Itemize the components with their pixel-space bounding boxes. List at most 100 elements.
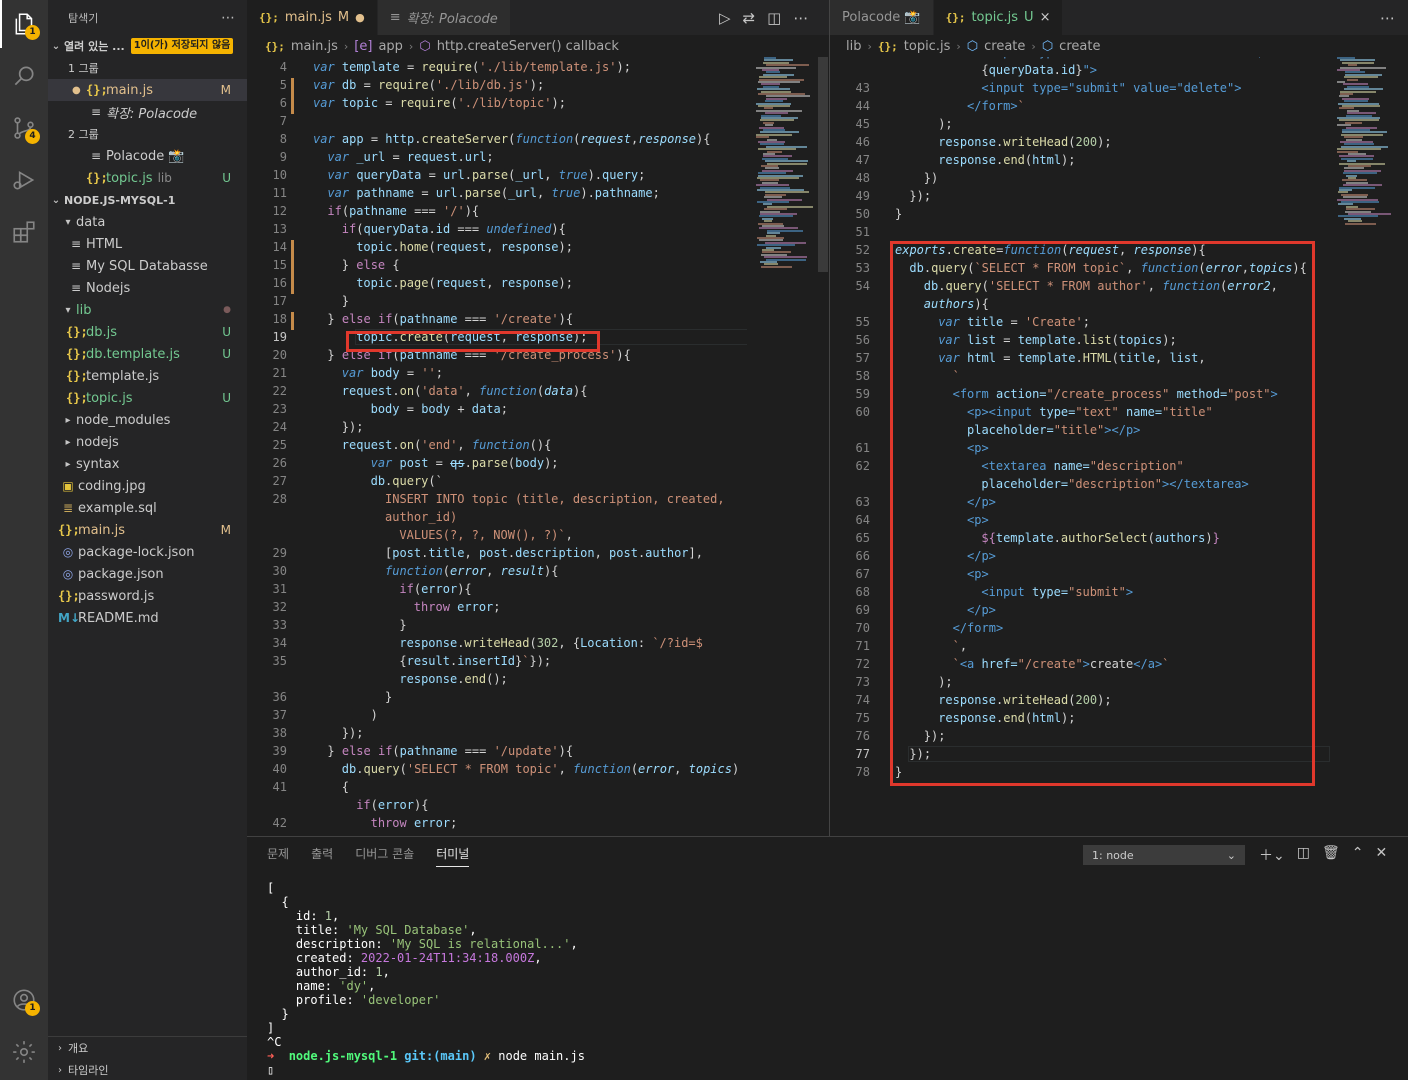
more-actions-icon[interactable]: ⋯ [221,10,235,26]
account-icon[interactable]: 1 [0,976,48,1024]
outline-section[interactable]: › 개요 [48,1037,247,1059]
unsaved-badge: 1이(가) 저장되지 않음 [130,38,234,54]
code-line: response.writeHead(200); [938,135,1112,149]
project-section[interactable]: ⌄ NODE.JS-MYSQL-1 [48,189,247,211]
tab-topic-js[interactable]: {}; topic.js U × [933,0,1064,35]
group1-label-row: 1 그룹 [48,57,247,79]
run-debug-icon[interactable] [0,156,48,204]
tab-terminal[interactable]: 터미널 [436,845,470,867]
tree-item-db-template-js[interactable]: {}; db.template.js U [48,343,247,365]
code-line: function(error, result){ [385,564,559,578]
split-terminal-icon[interactable]: ◫ [1297,845,1310,865]
open-editors-section[interactable]: ⌄ 열려 있는 ... 1이(가) 저장되지 않음 [48,35,247,57]
chevron-right-icon: › [58,1042,62,1054]
breadcrumb-item[interactable]: main.js [291,39,338,54]
tree-item-template-js[interactable]: {}; template.js [48,365,247,387]
search-icon[interactable] [0,52,48,100]
tab-polacode[interactable]: Polacode 📸 [830,0,934,35]
tree-item-package-json[interactable]: ◎ package.json [48,563,247,585]
tree-item-example-sql[interactable]: ≣ example.sql [48,497,247,519]
git-status: U [222,325,231,339]
tree-item-password-js[interactable]: {}; password.js [48,585,247,607]
image-file-icon: ▣ [62,479,74,493]
open-editor-polacode-ext[interactable]: ≡ 확장: Polacode [48,101,247,123]
maximize-panel-icon[interactable]: ⌃ [1352,845,1364,865]
split-editor-icon[interactable]: ◫ [767,9,781,27]
folder-lib[interactable]: ▾ lib ● [48,299,247,321]
terminal-select[interactable]: 1: node ⌄ [1083,845,1245,865]
open-editor-topic-js[interactable]: {}; topic.js lib U [48,167,247,189]
tab-main-js[interactable]: {}; main.js M ● [247,0,378,35]
breadcrumb-item[interactable]: create [984,39,1025,54]
line-number: 14 [272,240,287,254]
explorer-header: 탐색기 ⋯ [48,0,247,35]
tree-item-readme[interactable]: M↓ README.md [48,607,247,629]
highlight-box-exports-create [890,241,1315,786]
unsaved-dot-icon[interactable]: ● [355,11,365,24]
folder-data[interactable]: ▾ data [48,211,247,233]
settings-gear-icon[interactable] [0,1028,48,1076]
trash-icon[interactable]: 🗑 [1322,845,1340,865]
tree-item-nodejs-file[interactable]: ≡ Nodejs [48,277,247,299]
chevron-right-icon: › [1031,39,1036,53]
explorer-icon[interactable]: 1 [0,0,48,48]
code-line: topic.page(request, response); [356,276,573,290]
close-panel-icon[interactable]: ✕ [1375,845,1387,865]
function-icon: ⬡ [419,38,431,54]
line-number: 34 [272,636,287,650]
terminal-line: profile: 'developer' [267,993,441,1007]
folder-syntax[interactable]: ▸ syntax [48,453,247,475]
tab-polacode-extension[interactable]: ≡ 확장: Polacode [377,0,511,35]
new-terminal-icon[interactable]: ＋⌄ [1259,845,1285,865]
scrollbar[interactable] [818,57,828,272]
line-number: 50 [855,207,870,221]
more-actions-icon[interactable]: ⋯ [1380,9,1395,27]
tree-item-html[interactable]: ≡ HTML [48,233,247,255]
open-editor-polacode[interactable]: ≡ Polacode 📸 [48,145,247,167]
code-line: if(error){ [399,582,472,596]
tree-item-package-lock[interactable]: ◎ package-lock.json [48,541,247,563]
line-number: 11 [272,186,287,200]
terminal-line: } [267,1007,289,1021]
tab-debug-console[interactable]: 디버그 콘솔 [355,845,414,867]
tree-item-main-js[interactable]: {}; main.js M [48,519,247,541]
code-line: topic.home(request, response); [356,240,573,254]
source-control-icon[interactable]: 4 [0,104,48,152]
line-number: 68 [855,585,870,599]
tree-item-topic-js[interactable]: {}; topic.js U [48,387,247,409]
extensions-icon[interactable] [0,208,48,256]
webview-file-icon: ≡ [90,149,102,163]
breadcrumb-item[interactable]: create [1059,39,1100,54]
code-line: var post = qs.parse(body); [370,456,559,470]
tree-item-mysql[interactable]: ≡ My SQL Databasse [48,255,247,277]
code-line: } else if(pathname === '/update'){ [327,744,574,758]
run-icon[interactable]: ▷ [719,9,731,27]
code-line: if(pathname === '/'){ [327,204,480,218]
code-line: request.on('end', function(){ [341,438,552,452]
git-status: U [222,347,231,361]
tab-output[interactable]: 출력 [311,845,333,867]
line-number: 13 [272,222,287,236]
folder-node-modules[interactable]: ▸ node_modules [48,409,247,431]
close-icon[interactable]: × [1040,10,1051,25]
line-number: 38 [272,726,287,740]
breadcrumb-item[interactable]: http.createServer() callback [437,39,619,54]
terminal-prompt[interactable]: ➜ node.js-mysql-1 git:(main) ✗ node main… [267,1049,585,1063]
compare-changes-icon[interactable]: ⇄ [743,9,756,27]
timeline-section[interactable]: › 타임라인 [48,1059,247,1080]
breadcrumb-item[interactable]: lib [846,39,861,54]
tree-item-coding-jpg[interactable]: ▣ coding.jpg [48,475,247,497]
breadcrumb-item[interactable]: topic.js [904,39,951,54]
folder-nodejs[interactable]: ▸ nodejs [48,431,247,453]
tree-item-db-js[interactable]: {}; db.js U [48,321,247,343]
more-actions-icon[interactable]: ⋯ [793,9,808,27]
line-number: 55 [855,315,870,329]
minimap[interactable] [1333,57,1399,227]
code-editor-main-js[interactable]: 4 var template = require('./lib/template.… [247,60,747,836]
tab-problems[interactable]: 문제 [267,845,289,867]
terminal-line: description: 'My SQL is relational...', [267,937,578,951]
open-editor-main-js[interactable]: ● {}; main.js M [48,79,247,101]
line-number: 56 [855,333,870,347]
breadcrumb-item[interactable]: app [378,39,402,54]
minimap[interactable] [752,57,818,272]
